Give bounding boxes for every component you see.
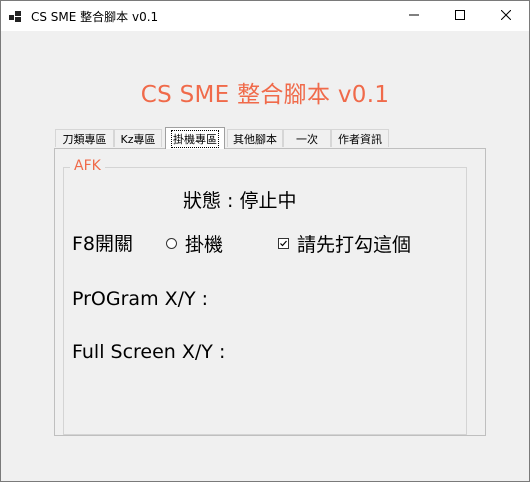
confirm-checkbox-label: 請先打勾這個	[297, 234, 412, 256]
hotkey-label: F8開關	[72, 233, 134, 255]
tab-once[interactable]: 一次	[283, 129, 331, 147]
status-label: 狀態 : 停止中	[183, 190, 297, 212]
maximize-icon	[455, 7, 465, 25]
radio-button-icon	[166, 238, 177, 249]
confirm-checkbox[interactable]: 請先打勾這個	[278, 230, 411, 257]
tab-other-scripts[interactable]: 其他腳本	[227, 129, 283, 147]
fullscreen-xy-label: Full Screen X/Y :	[72, 341, 226, 363]
main-window: CS SME 整合腳本 v0.1 CS SME 整合腳本 v0.1 刀類專區 K…	[0, 0, 530, 482]
close-button[interactable]	[483, 1, 529, 31]
tab-label: 其他腳本	[233, 132, 277, 146]
minimize-icon	[409, 7, 419, 25]
minimize-button[interactable]	[391, 1, 437, 31]
program-xy-label: PrOGram X/Y :	[72, 288, 209, 310]
tab-afk[interactable]: 掛機專區	[165, 127, 225, 149]
title-bar[interactable]: CS SME 整合腳本 v0.1	[1, 1, 529, 31]
afk-radio-label: 掛機	[185, 234, 224, 256]
tab-label: 刀類專區	[62, 132, 107, 146]
tab-label: 一次	[296, 132, 318, 146]
maximize-button[interactable]	[437, 1, 483, 31]
tab-label: Kz專區	[120, 132, 156, 146]
app-window-icon	[9, 10, 23, 22]
afk-radio[interactable]: 掛機	[166, 230, 223, 257]
tab-blades[interactable]: 刀類專區	[55, 129, 114, 147]
tab-label: 作者資訊	[338, 132, 382, 146]
window-title: CS SME 整合腳本 v0.1	[31, 10, 159, 24]
checkbox-checked-icon	[278, 238, 289, 249]
close-icon	[500, 7, 512, 25]
app-heading: CS SME 整合腳本 v0.1	[140, 82, 390, 108]
groupbox-title: AFK	[70, 158, 105, 174]
tab-author-info[interactable]: 作者資訊	[331, 129, 389, 147]
afk-groupbox: AFK 狀態 : 停止中 F8開關 掛機 請先打勾這個 PrOGram X/Y …	[63, 158, 467, 435]
tab-kz[interactable]: Kz專區	[114, 129, 162, 147]
tab-label: 掛機專區	[171, 129, 219, 148]
tab-panel-afk: AFK 狀態 : 停止中 F8開關 掛機 請先打勾這個 PrOGram X/Y …	[54, 148, 486, 436]
